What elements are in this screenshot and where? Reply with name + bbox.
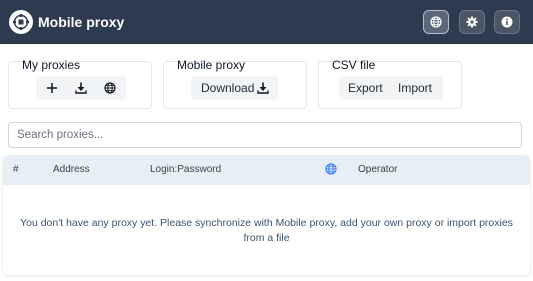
- gear-icon: [466, 16, 478, 28]
- mobile-proxy-title: Mobile proxy: [177, 58, 246, 72]
- column-country: [325, 163, 337, 179]
- search-input[interactable]: [8, 122, 522, 148]
- column-address: Address: [53, 164, 90, 175]
- my-proxies-button-group: [36, 76, 126, 100]
- column-operator: Operator: [358, 164, 398, 175]
- csv-file-card: CSV file Export Import: [318, 58, 462, 109]
- globe-proxies-button[interactable]: [104, 82, 116, 94]
- csv-file-title: CSV file: [332, 58, 376, 72]
- language-button[interactable]: [423, 10, 449, 34]
- mobile-proxy-card: Mobile proxy Download: [163, 58, 307, 109]
- empty-state-message: You don't have any proxy yet. Please syn…: [20, 217, 513, 244]
- info-icon: [501, 16, 513, 28]
- column-number: #: [13, 164, 19, 175]
- download-button-label: Download: [201, 81, 255, 95]
- add-proxy-button[interactable]: [46, 82, 58, 94]
- csv-button-group: Export Import: [339, 76, 443, 100]
- settings-button[interactable]: [459, 10, 485, 34]
- download-button[interactable]: Download: [191, 76, 278, 100]
- app-header: Mobile proxy: [0, 0, 533, 44]
- export-button[interactable]: Export: [348, 76, 383, 100]
- network-logo-icon: [9, 10, 33, 34]
- table-header: # Address Login:Password Operator: [3, 155, 530, 185]
- download-proxies-button[interactable]: [75, 82, 87, 94]
- my-proxies-card: My proxies: [8, 58, 152, 109]
- proxies-table: # Address Login:Password Operator You do…: [3, 155, 530, 275]
- globe-icon: [430, 16, 442, 28]
- column-login-password: Login:Password: [150, 164, 222, 175]
- import-button[interactable]: Import: [398, 76, 432, 100]
- my-proxies-title: My proxies: [22, 58, 81, 72]
- globe-icon: [325, 163, 337, 175]
- info-button[interactable]: [494, 10, 520, 34]
- download-icon: [257, 82, 269, 94]
- app-title: Mobile proxy: [38, 14, 125, 30]
